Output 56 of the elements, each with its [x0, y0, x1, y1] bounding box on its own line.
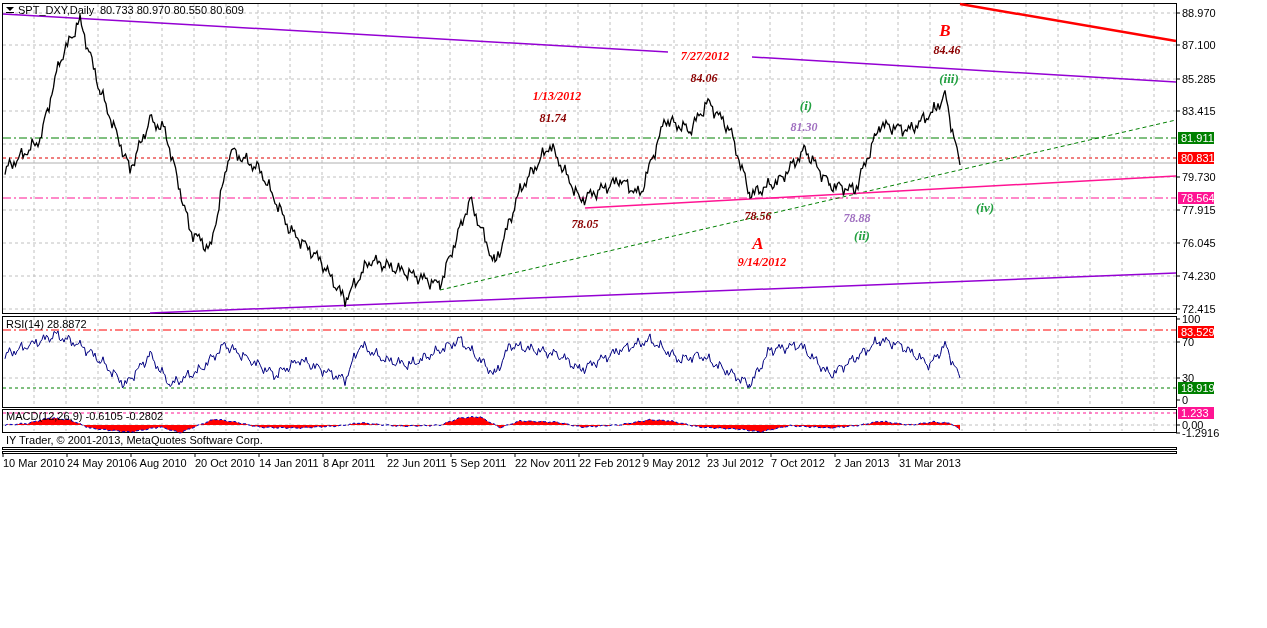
- symbol-label: SPT_DXY,Daily: [18, 4, 95, 16]
- axis-label: 88.970: [1182, 7, 1216, 19]
- price-tag: 81.911: [1178, 132, 1214, 144]
- ohlc-values: 80.733 80.970 80.550 80.609: [100, 4, 244, 16]
- date-label: 2 Jan 2013: [835, 457, 890, 469]
- date-label: 22 Feb 2012: [579, 457, 641, 469]
- date-label: 7 Oct 2012: [771, 457, 825, 469]
- axis-label: 70: [1182, 336, 1195, 348]
- axis-label: 74.230: [1182, 270, 1216, 282]
- price-tag: 83.529: [1178, 326, 1215, 338]
- axis-label: 0: [1182, 394, 1189, 406]
- annotation-text: A: [752, 234, 764, 253]
- annotation-text: 1/13/2012: [532, 89, 582, 103]
- annotation-text: 81.74: [539, 111, 567, 125]
- axis-label: 77.915: [1182, 204, 1216, 216]
- price-tag: 80.831: [1178, 152, 1215, 164]
- axis-label: 85.285: [1182, 73, 1216, 85]
- axis-label: 76.045: [1182, 237, 1216, 249]
- annotation-text: 78.56: [744, 209, 772, 223]
- date-label: 24 May 2010: [67, 457, 131, 469]
- price-tag: 1.233: [1178, 407, 1214, 419]
- annotation-text: 7/27/2012: [680, 49, 730, 63]
- date-label: 31 Mar 2013: [899, 457, 961, 469]
- price-tag: 18.919: [1178, 382, 1215, 394]
- annotation-text: (i): [799, 98, 813, 113]
- date-label: 23 Jul 2012: [707, 457, 764, 469]
- annotation-text: 9/14/2012: [737, 255, 787, 269]
- annotation-text: (iv): [976, 200, 994, 215]
- axis-label: 100: [1182, 313, 1201, 325]
- date-label: 22 Nov 2011: [515, 457, 577, 469]
- date-label: 22 Jun 2011: [387, 457, 447, 469]
- price-tag: 78.564: [1178, 192, 1215, 204]
- axis-label: 72.415: [1182, 303, 1216, 315]
- axis-label: 79.730: [1182, 171, 1216, 183]
- indicator-title: RSI(14) 28.8872: [6, 318, 87, 330]
- date-label: 14 Jan 2011: [259, 457, 319, 469]
- date-label: 8 Apr 2011: [323, 457, 376, 469]
- annotation-text: B: [939, 21, 951, 40]
- indicator-title: MACD(12,26,9) -0.6105 -0.2802: [6, 410, 164, 422]
- dropdown-icon[interactable]: [6, 7, 14, 13]
- date-label: 10 Mar 2010: [3, 457, 65, 469]
- annotation-text: 81.30: [790, 120, 818, 134]
- annotation-text: (iii): [939, 71, 959, 86]
- annotation-text: 84.06: [690, 71, 718, 85]
- date-label: 6 Aug 2010: [131, 457, 187, 469]
- annotation-text: 84.46: [933, 43, 961, 57]
- axis-label: 87.100: [1182, 39, 1216, 51]
- axis-label: 30: [1182, 372, 1195, 384]
- annotation-text: 78.05: [571, 217, 599, 231]
- copyright-text: IY Trader, © 2001-2013, MetaQuotes Software Corp.: [6, 434, 263, 446]
- date-label: 9 May 2012: [643, 457, 701, 469]
- date-label: 5 Sep 2011: [451, 457, 507, 469]
- annotation-text: (ii): [854, 228, 870, 243]
- axis-label: 83.415: [1182, 105, 1216, 117]
- date-label: 20 Oct 2010: [195, 457, 255, 469]
- annotation-text: 78.88: [843, 211, 871, 225]
